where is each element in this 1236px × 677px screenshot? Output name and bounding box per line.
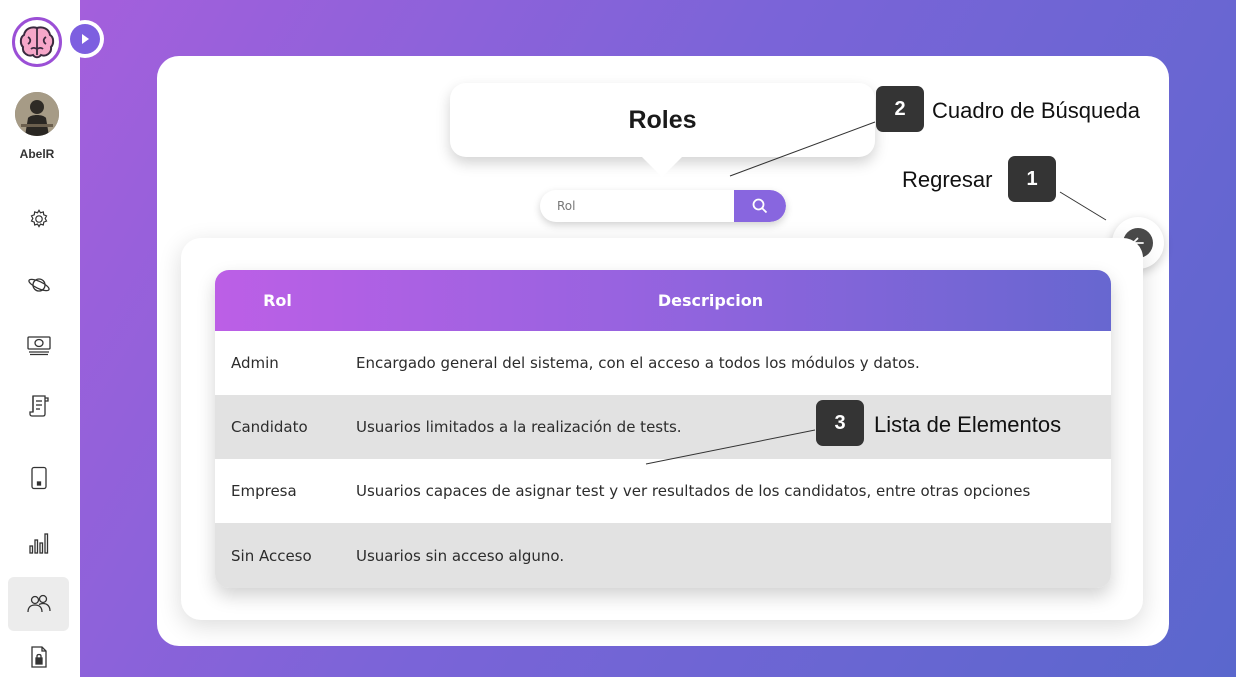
sidebar-item-planet[interactable] (8, 258, 69, 312)
table-header: Rol Descripcion (215, 270, 1111, 331)
search-bar (540, 190, 786, 222)
bar-chart-icon (28, 533, 48, 554)
cell-descripcion: Usuarios capaces de asignar test y ver r… (356, 482, 1031, 500)
search-button[interactable] (734, 190, 786, 222)
file-lock-icon (30, 646, 47, 668)
avatar[interactable] (15, 92, 59, 136)
expand-sidebar-button[interactable] (66, 20, 104, 58)
cell-rol: Candidato (231, 418, 308, 436)
money-icon (26, 336, 51, 356)
table-row[interactable]: Empresa Usuarios capaces de asignar test… (215, 459, 1111, 523)
search-input[interactable] (540, 190, 734, 222)
mobile-icon (30, 466, 47, 490)
sidebar-item-payments[interactable] (8, 318, 69, 372)
callout-badge-1: 1 (1008, 156, 1056, 202)
play-icon (70, 24, 100, 54)
cell-rol: Empresa (231, 482, 297, 500)
search-icon (752, 198, 768, 214)
callout-label-search: Cuadro de Búsqueda (932, 98, 1140, 123)
brain-logo-icon[interactable] (12, 17, 62, 67)
sidebar-item-mobile[interactable] (8, 451, 69, 505)
page-title: Roles (628, 105, 697, 134)
callout-badge-3: 3 (816, 400, 864, 446)
document-icon (28, 395, 49, 417)
users-icon (26, 594, 51, 613)
sidebar-item-users[interactable] (8, 577, 69, 631)
column-header-rol[interactable]: Rol (215, 291, 340, 310)
gear-icon (30, 209, 47, 228)
sidebar-item-statistics[interactable] (8, 516, 69, 570)
sidebar-item-secure-files[interactable] (8, 637, 69, 677)
callout-badge-2: 2 (876, 86, 924, 132)
column-header-descripcion[interactable]: Descripcion (340, 291, 1111, 310)
table-row[interactable]: Admin Encargado general del sistema, con… (215, 331, 1111, 395)
callout-label-list: Lista de Elementos (874, 412, 1062, 437)
cell-rol: Sin Acceso (231, 547, 312, 565)
cell-descripcion: Usuarios sin acceso alguno. (356, 547, 565, 565)
table-row[interactable]: Sin Acceso Usuarios sin acceso alguno. (215, 523, 1111, 588)
callout-label-back: Regresar (902, 167, 993, 192)
user-name: AbelR (19, 147, 55, 161)
planet-icon (27, 278, 50, 292)
sidebar-item-documents[interactable] (8, 379, 69, 433)
cell-descripcion: Encargado general del sistema, con el ac… (356, 354, 920, 372)
sidebar-item-settings[interactable] (8, 192, 69, 246)
cell-rol: Admin (231, 354, 279, 372)
sidebar: AbelR (0, 0, 104, 677)
title-bubble: Roles (450, 83, 875, 177)
